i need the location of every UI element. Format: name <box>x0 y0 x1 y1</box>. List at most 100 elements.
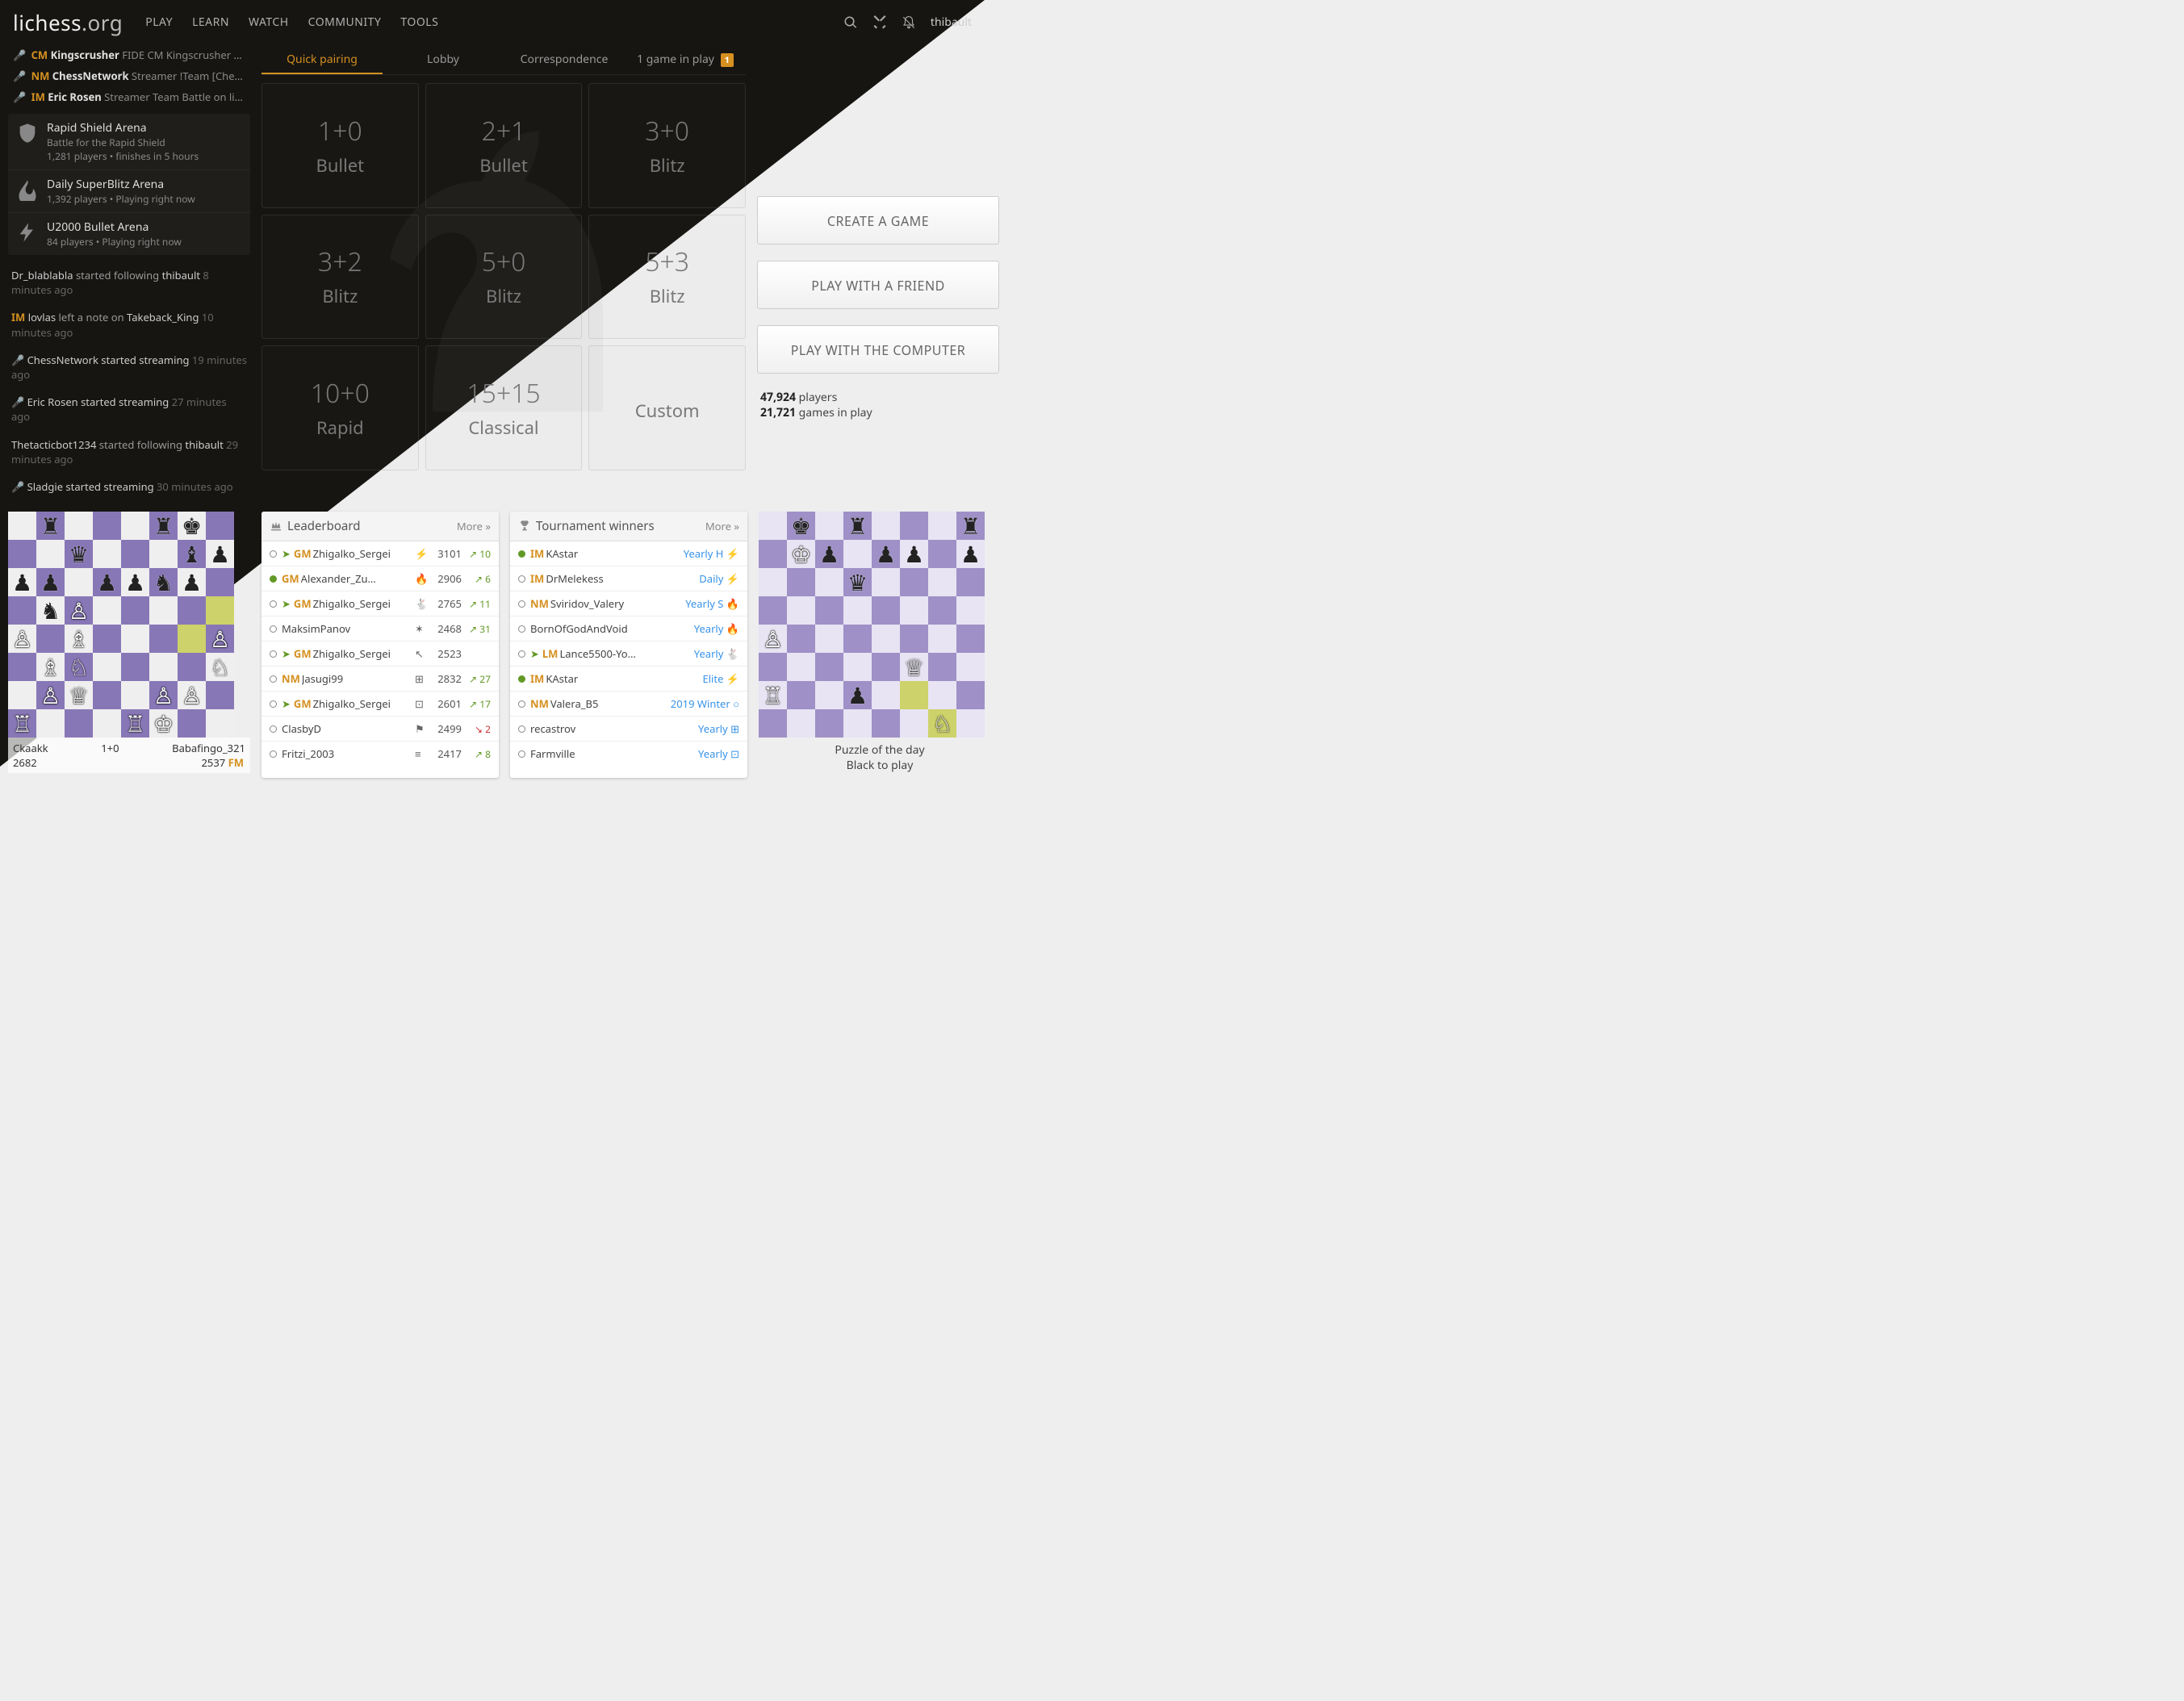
leaderboard-row[interactable]: NM Jasugi99 ⊞ 2832 ↗ 27 <box>261 667 499 692</box>
square-b7 <box>36 540 65 568</box>
chess-piece: ♟ <box>36 568 65 596</box>
puzzle-widget[interactable]: ♚♜♜♔♟♟♟♟♛♙♕♖♟♘ Puzzle of the day Black t… <box>759 512 1001 778</box>
leaderboard-row[interactable]: GM Alexander_Zu… 🔥 2906 ↗ 6 <box>261 566 499 591</box>
winner-row[interactable]: IM KAstar Elite ⚡ <box>510 667 747 692</box>
square-c2 <box>815 681 843 709</box>
nav-link-tools[interactable]: TOOLS <box>400 15 438 30</box>
pool-cell[interactable]: 3+2Blitz <box>261 215 419 340</box>
event-link[interactable]: Yearly H ⚡ <box>684 546 739 561</box>
leaderboard-row[interactable]: ➤ GM Zhigalko_Sergei ⚡ 3101 ↗ 10 <box>261 541 499 566</box>
streamer-item[interactable]: 🎤 CM Kingscrusher FIDE CM Kingscrusher p… <box>8 44 250 65</box>
search-icon[interactable] <box>843 15 858 30</box>
pool-cell[interactable]: 5+0Blitz <box>425 215 583 340</box>
pool-cell[interactable]: 2+1Bullet <box>425 83 583 208</box>
pool-cell[interactable]: 3+0Blitz <box>588 83 746 208</box>
arena-item[interactable]: Rapid Shield ArenaBattle for the Rapid S… <box>8 114 250 170</box>
square-b6: ♟ <box>36 568 65 596</box>
winner-row[interactable]: recastrov Yearly ⊞ <box>510 717 747 742</box>
trophy-icon <box>518 520 531 533</box>
arena-item[interactable]: Daily SuperBlitz Arena1,392 players • Pl… <box>8 170 250 213</box>
square-a2 <box>8 681 36 709</box>
square-g2 <box>928 681 956 709</box>
timeline-item[interactable]: IM lovlas left a note on Takeback_King 1… <box>8 303 250 345</box>
swords-icon[interactable] <box>872 15 887 30</box>
pool-cell[interactable]: Custom <box>588 345 746 470</box>
brand-main: lichess <box>13 8 82 37</box>
create-game-button[interactable]: CREATE A GAME <box>757 196 999 244</box>
winner-row[interactable]: IM KAstar Yearly H ⚡ <box>510 541 747 566</box>
tab-quick-pairing[interactable]: Quick pairing <box>261 44 383 74</box>
timeline-item[interactable]: 🎤 Eric Rosen started streaming 27 minute… <box>8 388 250 430</box>
play-friend-button[interactable]: PLAY WITH A FRIEND <box>757 261 999 309</box>
winner-row[interactable]: NM Sviridov_Valery Yearly S 🔥 <box>510 591 747 616</box>
winner-row[interactable]: Farmville Yearly ⊡ <box>510 742 747 766</box>
nav-link-watch[interactable]: WATCH <box>249 15 289 30</box>
winner-row[interactable]: IM DrMelekess Daily ⚡ <box>510 566 747 591</box>
event-link[interactable]: Yearly 🔥 <box>694 621 739 636</box>
play-computer-button[interactable]: PLAY WITH THE COMPUTER <box>757 325 999 374</box>
user-menu[interactable]: thibault <box>931 15 972 30</box>
timeline-item[interactable]: Thetacticbot1234 started following thiba… <box>8 431 250 473</box>
winner-row[interactable]: ➤ LM Lance5500-Yo… Yearly 🐇 <box>510 642 747 667</box>
bell-off-icon[interactable] <box>902 15 916 30</box>
timeline-item[interactable]: 🎤 ChessNetwork started streaming 19 minu… <box>8 346 250 388</box>
nav-link-learn[interactable]: LEARN <box>192 15 229 30</box>
chess-piece: ♝ <box>178 540 206 568</box>
winners-more-link[interactable]: More » <box>705 519 739 533</box>
square-b7: ♔ <box>787 540 815 568</box>
brand-logo[interactable]: lichess.org <box>13 8 123 37</box>
perf-icon: ⊡ <box>415 696 426 711</box>
perf-icon: ⊞ <box>415 671 426 686</box>
event-link[interactable]: Yearly S 🔥 <box>685 596 739 611</box>
square-f4 <box>149 625 178 653</box>
event-link[interactable]: Yearly ⊞ <box>698 721 739 736</box>
pool-cell[interactable]: 15+15Classical <box>425 345 583 470</box>
leaderboard-row[interactable]: ClasbyD ⚑ 2499 ↘ 2 <box>261 717 499 742</box>
tab-now-playing[interactable]: 1 game in play 1 <box>625 44 746 74</box>
pool-cell[interactable]: 5+3Blitz <box>588 215 746 340</box>
leaderboard-row[interactable]: MaksimPanov ✶ 2468 ↗ 31 <box>261 616 499 642</box>
event-link[interactable]: Yearly ⊡ <box>698 746 739 761</box>
pool-cell[interactable]: 1+0Bullet <box>261 83 419 208</box>
leaderboard-row[interactable]: ➤ GM Zhigalko_Sergei 🐇 2765 ↗ 11 <box>261 591 499 616</box>
square-f8: ♜ <box>149 512 178 540</box>
square-h3: ♘ <box>206 653 234 681</box>
chess-piece: ♟ <box>956 540 985 568</box>
arena-item[interactable]: U2000 Bullet Arena84 players • Playing r… <box>8 213 250 255</box>
event-link[interactable]: Daily ⚡ <box>699 571 739 586</box>
square-g1: ♘ <box>928 709 956 738</box>
winner-row[interactable]: NM Valera_B5 2019 Winter ○ <box>510 692 747 717</box>
tab-correspondence[interactable]: Correspondence <box>504 44 625 74</box>
tv-widget[interactable]: ♜♜♚♛♝♟♟♟♟♟♞♟♞♙♙♗♙♗♘♘♙♕♙♙♖♖♔ Ckaakk2682 1… <box>8 512 250 778</box>
square-e6 <box>872 568 900 596</box>
event-link[interactable]: Yearly 🐇 <box>694 646 739 661</box>
chess-piece: ♚ <box>178 512 206 540</box>
square-a6: ♟ <box>8 568 36 596</box>
square-c1 <box>65 709 93 738</box>
square-h1 <box>206 709 234 738</box>
leaderboard-row[interactable]: ➤ GM Zhigalko_Sergei ↖ 2523 <box>261 642 499 667</box>
leaderboard-more-link[interactable]: More » <box>457 519 491 533</box>
leaderboard-row[interactable]: Fritzi_2003 ≡ 2417 ↗ 8 <box>261 742 499 766</box>
streamer-item[interactable]: 🎤 NM ChessNetwork Streamer !Team [Chess… <box>8 65 250 86</box>
leaderboard-row[interactable]: ➤ GM Zhigalko_Sergei ⊡ 2601 ↗ 17 <box>261 692 499 717</box>
tv-meta: Ckaakk2682 1+0 Babafingo_3212537 FM <box>8 738 250 773</box>
square-d5 <box>93 596 121 625</box>
event-link[interactable]: 2019 Winter ○ <box>671 696 739 711</box>
nav-link-community[interactable]: COMMUNITY <box>308 15 382 30</box>
tab-lobby[interactable]: Lobby <box>383 44 504 74</box>
event-link[interactable]: Elite ⚡ <box>702 671 739 686</box>
timeline-item[interactable]: Dr_blablabla started following thibault … <box>8 261 250 303</box>
square-g6 <box>928 568 956 596</box>
timeline-item[interactable]: 🎤 Sladgie started streaming 30 minutes a… <box>8 473 250 500</box>
perf-icon: 🔥 <box>415 571 426 586</box>
winners-panel: Tournament winners More » IM KAstar Year… <box>510 512 747 778</box>
square-h5 <box>206 596 234 625</box>
streamer-item[interactable]: 🎤 IM Eric Rosen Streamer Team Battle on … <box>8 86 250 107</box>
square-g6: ♟ <box>178 568 206 596</box>
chess-piece: ♟ <box>843 681 872 709</box>
square-e4 <box>872 625 900 653</box>
nav-link-play[interactable]: PLAY <box>145 15 173 30</box>
pool-cell[interactable]: 10+0Rapid <box>261 345 419 470</box>
winner-row[interactable]: BornOfGodAndVoid Yearly 🔥 <box>510 616 747 642</box>
